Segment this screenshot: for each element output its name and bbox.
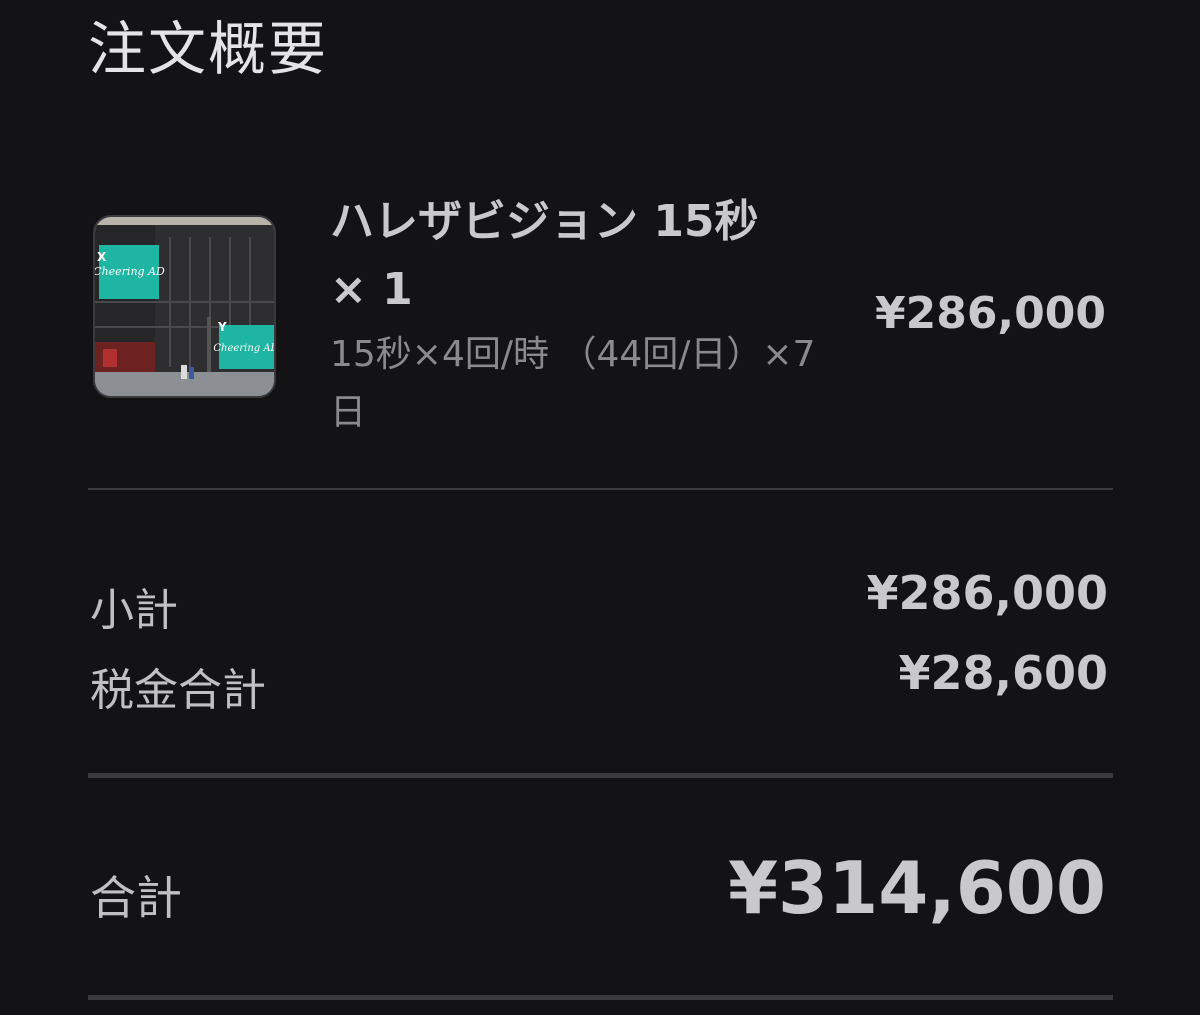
divider bbox=[88, 488, 1113, 490]
billboard-marker-x: X bbox=[97, 250, 107, 264]
item-detail: 15秒×4回/時 （44回/日）×7日 bbox=[330, 334, 816, 433]
order-summary-page: 注文概要 Cheering AD X Cheering AD Y ハレザビジョン… bbox=[0, 0, 1200, 1015]
item-price: ¥286,000 bbox=[874, 288, 1106, 339]
billboard-screen-text: Cheering AD bbox=[95, 265, 165, 278]
item-name: ハレザビジョン 15秒 × 1 bbox=[330, 196, 759, 315]
billboard-marker-y: Y bbox=[217, 320, 227, 334]
divider bbox=[88, 995, 1113, 1000]
product-thumbnail: Cheering AD X Cheering AD Y bbox=[93, 215, 276, 398]
billboard-image: Cheering AD X Cheering AD Y bbox=[95, 217, 274, 396]
order-line-item: Cheering AD X Cheering AD Y ハレザビジョン 15秒 … bbox=[0, 0, 1200, 490]
subtotal-label: 小計 bbox=[90, 585, 178, 636]
subtotal-value: ¥286,000 bbox=[866, 566, 1108, 620]
divider bbox=[88, 773, 1113, 778]
total-value: ¥314,600 bbox=[727, 846, 1106, 930]
tax-label: 税金合計 bbox=[90, 665, 266, 716]
total-label: 合計 bbox=[90, 871, 182, 925]
tax-value: ¥28,600 bbox=[898, 646, 1108, 700]
billboard-screen-text-2: Cheering AD bbox=[213, 343, 274, 354]
